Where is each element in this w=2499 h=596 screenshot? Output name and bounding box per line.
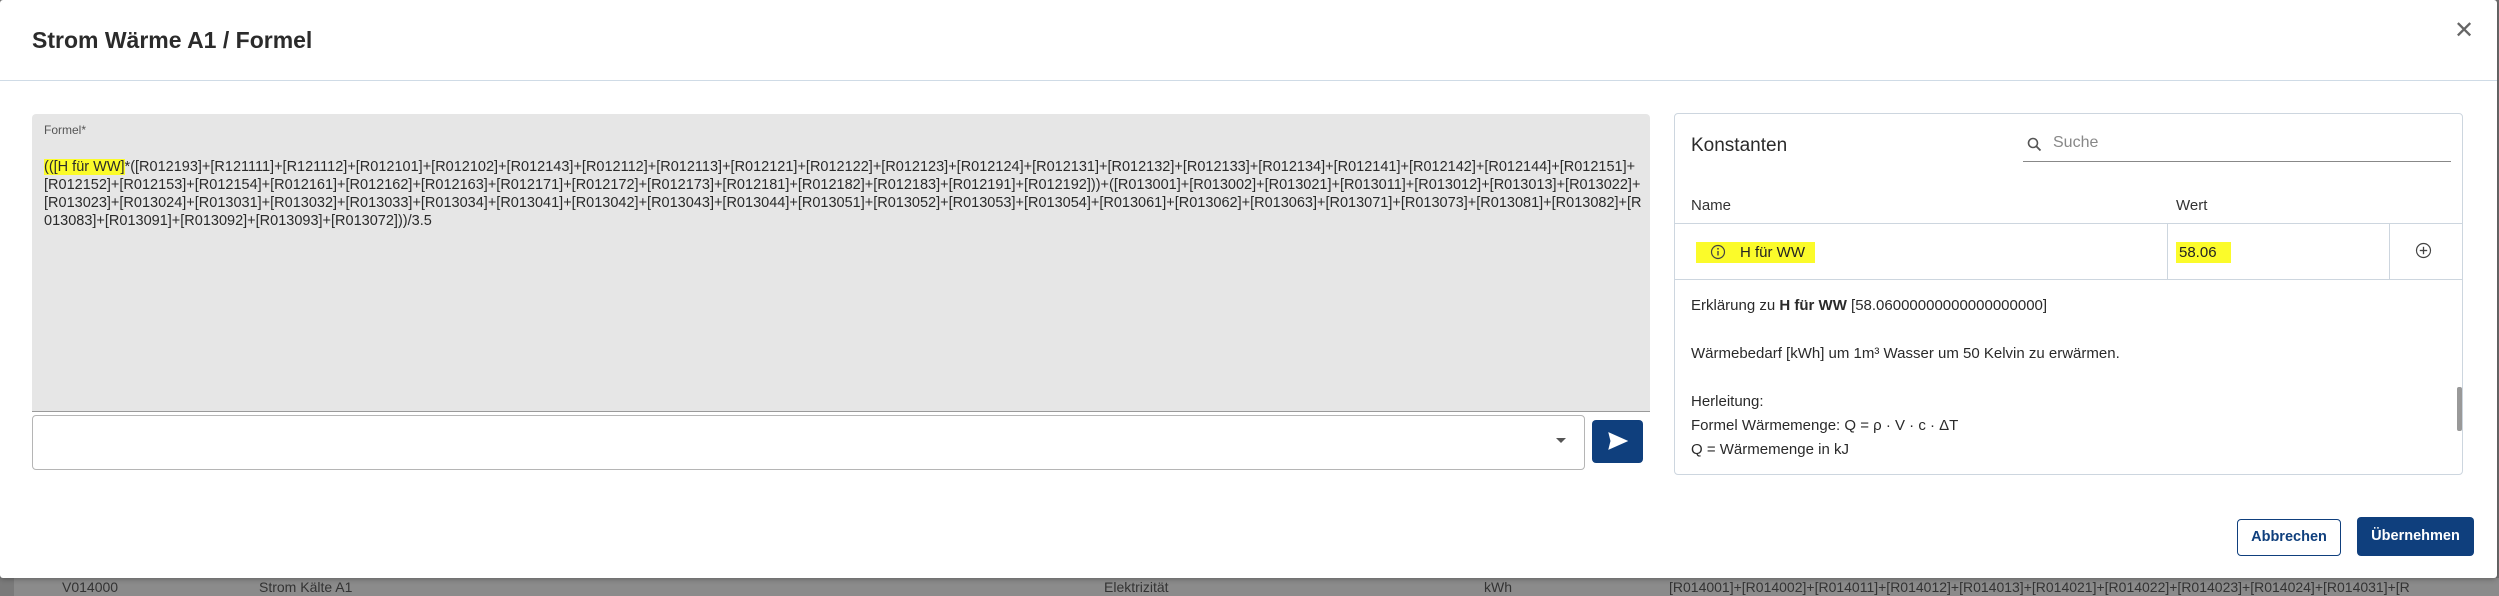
constants-header-row: Name Wert: [1675, 184, 2462, 224]
cancel-button[interactable]: Abbrechen: [2237, 519, 2341, 556]
constant-row[interactable]: H für WW 58.06: [1675, 224, 2462, 280]
formula-dialog: Strom Wärme A1 / Formel ✕ Formel* (([H f…: [0, 0, 2497, 578]
formula-input-select[interactable]: [32, 415, 1585, 470]
constants-search[interactable]: [2023, 128, 2451, 162]
add-circle-icon[interactable]: [2415, 242, 2432, 259]
bg-row-name: Strom Kälte A1: [259, 579, 353, 595]
bg-row-unit: kWh: [1484, 579, 1512, 595]
formula-field[interactable]: Formel* (([H für WW]*([R012193]+[R121111…: [32, 114, 1650, 412]
info-icon[interactable]: [1710, 244, 1726, 260]
constant-name-cell: H für WW: [1696, 242, 1815, 263]
bg-row-code: V014000: [62, 579, 119, 595]
explanation-name: H für WW: [1779, 297, 1847, 314]
apply-button[interactable]: Übernehmen: [2357, 517, 2474, 556]
explanation-prefix: Erklärung zu: [1691, 297, 1780, 314]
scrollbar-thumb[interactable]: [2457, 387, 2462, 431]
constants-title: Konstanten: [1691, 135, 1788, 156]
close-icon[interactable]: ✕: [2454, 19, 2474, 43]
explanation-line: Wärmebedarf [kWh] um 1m³ Wasser um 50 Ke…: [1691, 345, 2120, 362]
formula-rest: *([R012193]+[R121111]+[R121112]+[R012101…: [44, 159, 1642, 229]
formula-highlight: (([H für WW]: [44, 159, 125, 175]
header-divider: [0, 80, 2497, 81]
column-value[interactable]: Wert: [2176, 197, 2207, 214]
explanation-line: Q = Wärmemenge in kJ: [1691, 441, 1849, 458]
background-table-row: V014000 Strom Kälte A1 Elektrizität kWh …: [14, 578, 2499, 596]
search-icon: [2027, 137, 2042, 152]
panel-scrollbar[interactable]: [2457, 224, 2462, 474]
column-name[interactable]: Name: [1691, 197, 1731, 214]
constant-name: H für WW: [1740, 244, 1805, 261]
formula-text[interactable]: (([H für WW]*([R012193]+[R121111]+[R1211…: [44, 158, 1644, 230]
explanation-line: Formel Wärmemenge: Q = ρ · V · c · ΔT: [1691, 417, 1959, 434]
formula-label: Formel*: [44, 123, 87, 137]
chevron-down-icon[interactable]: [1556, 438, 1566, 443]
constant-value[interactable]: 58.06: [2176, 242, 2231, 263]
bg-row-type: Elektrizität: [1104, 579, 1169, 595]
constants-panel: Konstanten Name Wert H für WW 58.06 Erkl…: [1674, 113, 2463, 475]
bg-row-formula: [R014001]+[R014002]+[R014011]+[R014012]+…: [1669, 579, 2409, 595]
search-input[interactable]: [2053, 134, 2433, 152]
constant-explanation: Erklärung zu H für WW [58.06000000000000…: [1691, 294, 2431, 462]
explanation-value: [58.06000000000000000000]: [1846, 297, 2048, 314]
dialog-title: Strom Wärme A1 / Formel: [32, 27, 313, 53]
send-button[interactable]: [1592, 420, 1643, 463]
send-icon: [1608, 432, 1628, 450]
explanation-line: Herleitung:: [1691, 393, 1764, 410]
